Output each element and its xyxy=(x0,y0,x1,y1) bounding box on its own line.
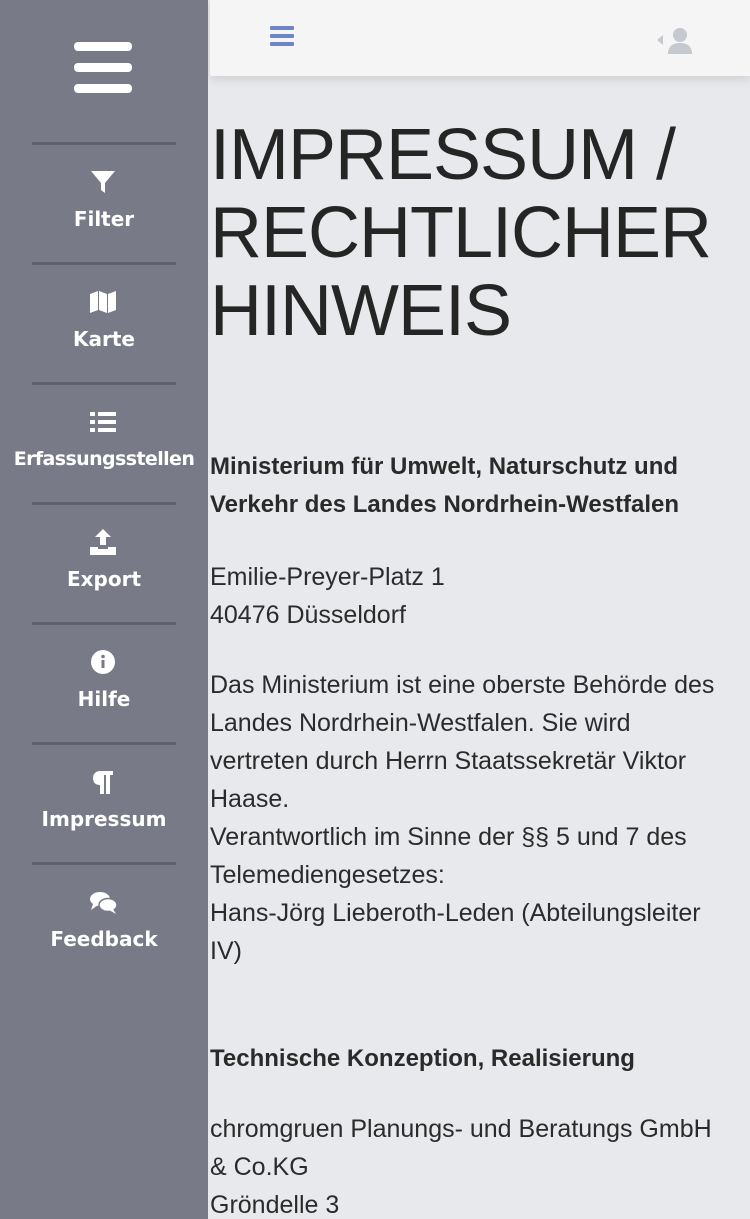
info-icon xyxy=(91,650,115,674)
bars-line-bottom xyxy=(270,42,294,46)
bars-line-top xyxy=(270,26,294,30)
sidebar-item-karte[interactable]: Karte xyxy=(0,262,208,380)
description-line: Das Ministerium ist eine oberste Behörde… xyxy=(210,671,715,699)
sidebar-item-label: Feedback xyxy=(50,927,158,951)
description-line: Verantwortlich im Sinne der §§ 5 und 7 d… xyxy=(210,823,687,851)
bars-icon[interactable] xyxy=(270,26,294,48)
description-line: IV) xyxy=(210,937,242,965)
description-line: Hans-Jörg Lieberoth-Leden (Abteilungslei… xyxy=(210,899,701,927)
top-bar xyxy=(210,0,750,76)
description-line: vertreten durch Herrn Staatssekretär Vik… xyxy=(210,747,687,775)
upload-icon xyxy=(90,529,116,555)
sidebar-item-export[interactable]: Export xyxy=(0,502,208,620)
list-icon xyxy=(90,412,116,432)
sidebar-item-label: Karte xyxy=(73,327,135,351)
sidebar-toggle-icon[interactable] xyxy=(74,42,132,94)
ministry-description: Das Ministerium ist eine oberste Behörde… xyxy=(210,666,740,970)
page-title-line: HINWEIS xyxy=(210,271,512,351)
burger-line-middle xyxy=(74,63,132,72)
sidebar-item-filter[interactable]: Filter xyxy=(0,142,208,260)
burger-line-bottom xyxy=(74,84,132,93)
description-line: Landes Nordrhein-Westfalen. Sie wird xyxy=(210,709,631,737)
page-title-line: RECHTLICHER xyxy=(210,193,712,273)
company-line: chromgruen Planungs- und Beratungs GmbH xyxy=(210,1115,712,1143)
ministry-line: Ministerium für Umwelt, Naturschutz und xyxy=(210,453,679,480)
ministry-line: Verkehr des Landes Nordrhein-Westfalen xyxy=(210,491,680,518)
sidebar-item-label: Impressum xyxy=(41,807,167,831)
sidebar-item-label: Export xyxy=(66,567,142,591)
user-icon[interactable] xyxy=(656,26,694,54)
main-content: IMPRESSUM / RECHTLICHER HINWEIS Minister… xyxy=(210,116,750,1219)
address-line: 40476 Düsseldorf xyxy=(210,601,406,629)
description-line: Haase. xyxy=(210,785,290,813)
bars-line-middle xyxy=(270,34,294,38)
description-line: Telemediengesetzes: xyxy=(210,861,445,889)
app-root: Filter Karte Erfassungsstellen Export Hi… xyxy=(0,0,750,1219)
sidebar-item-erfassungsstellen[interactable]: Erfassungsstellen xyxy=(0,382,208,500)
company-address: chromgruen Planungs- und Beratungs GmbH … xyxy=(210,1110,740,1219)
technical-heading: Technische Konzeption, Realisierung xyxy=(210,1045,635,1072)
sidebar-item-impressum[interactable]: Impressum xyxy=(0,742,208,860)
sidebar-item-label: Filter xyxy=(73,207,135,231)
sidebar-item-feedback[interactable]: Feedback xyxy=(0,862,208,980)
sidebar-item-label: Erfassungsstellen xyxy=(13,448,195,470)
burger-line-top xyxy=(74,42,132,51)
sidebar-item-hilfe[interactable]: Hilfe xyxy=(0,622,208,740)
sidebar-item-label: Hilfe xyxy=(77,687,131,711)
ministry-name: Ministerium für Umwelt, Naturschutz und … xyxy=(210,448,740,524)
page-title-line: IMPRESSUM / xyxy=(210,115,676,195)
company-line: Gröndelle 3 xyxy=(210,1191,340,1219)
comments-icon xyxy=(90,892,118,914)
address-line: Emilie-Preyer-Platz 1 xyxy=(210,563,445,591)
page-title: IMPRESSUM / RECHTLICHER HINWEIS xyxy=(210,116,750,350)
ministry-address: Emilie-Preyer-Platz 1 40476 Düsseldorf xyxy=(210,558,740,634)
sidebar: Filter Karte Erfassungsstellen Export Hi… xyxy=(0,0,208,1219)
filter-icon xyxy=(91,171,115,193)
company-line: & Co.KG xyxy=(210,1153,309,1181)
paragraph-icon xyxy=(93,771,113,794)
map-icon xyxy=(90,291,116,313)
